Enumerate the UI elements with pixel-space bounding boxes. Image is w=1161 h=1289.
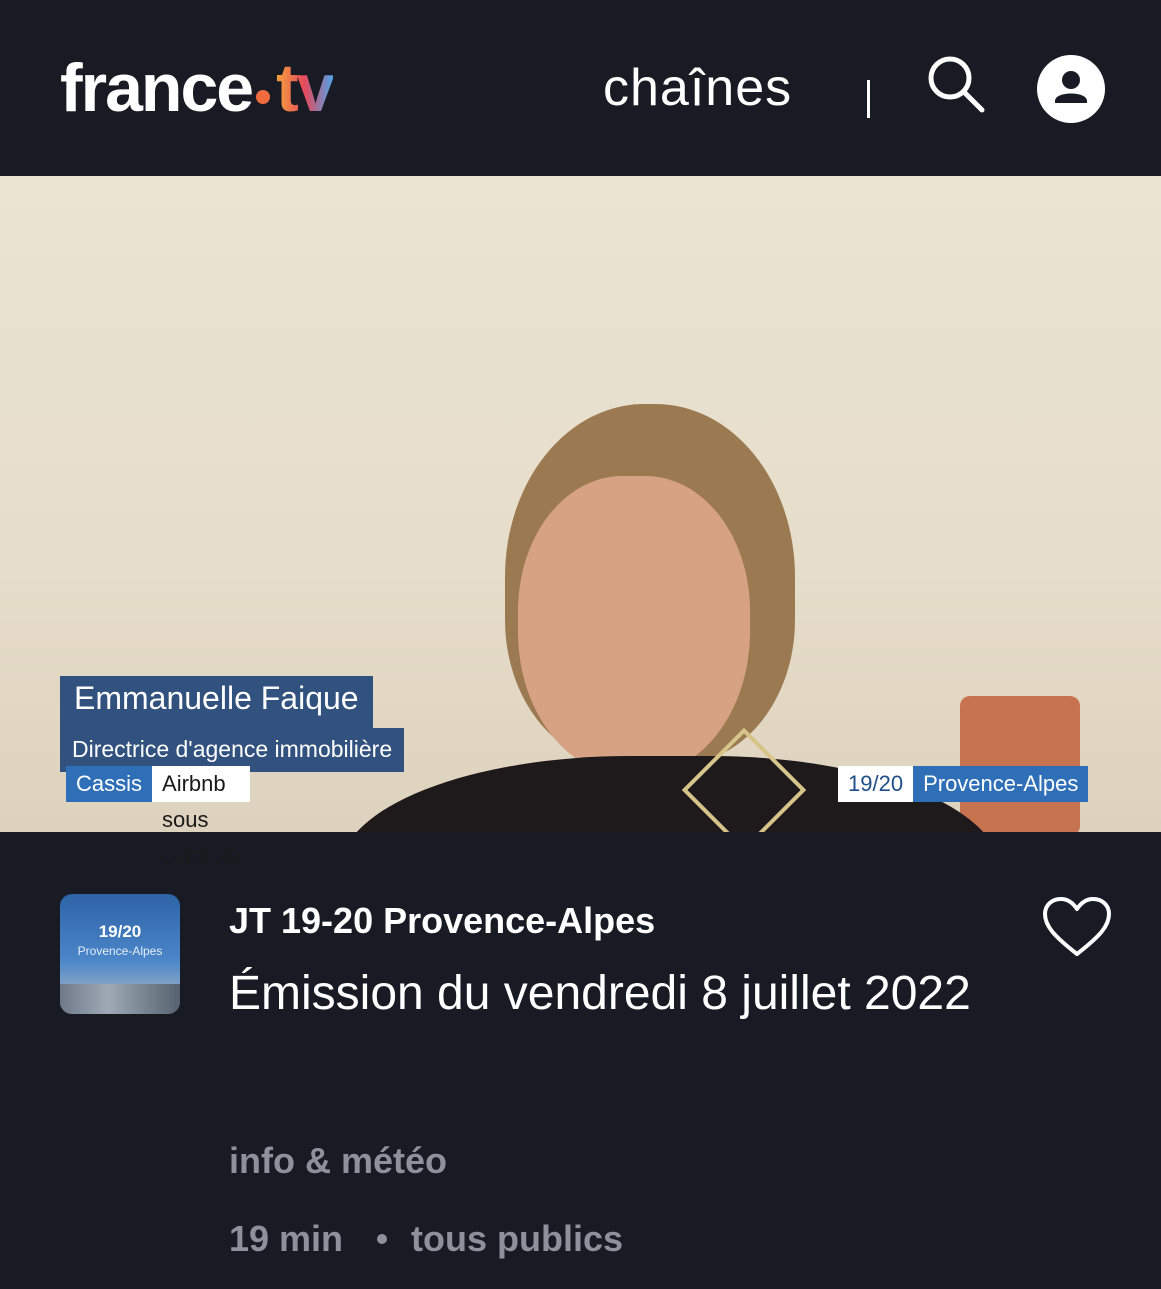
episode-title: Émission du vendredi 8 juillet 2022: [229, 967, 971, 1020]
account-icon[interactable]: [1037, 55, 1105, 123]
nav-divider: [867, 80, 870, 118]
show-badge-title: 19/20: [838, 766, 914, 802]
thumbnail-subtitle: Provence-Alpes: [77, 944, 163, 958]
show-badge-region: Provence-Alpes: [913, 766, 1089, 802]
meta-separator-dot: [377, 1234, 388, 1244]
location-tag: Cassis: [66, 766, 153, 802]
logo-tv-text: tv: [276, 50, 334, 126]
program-thumbnail[interactable]: 19/20 Provence-Alpes: [60, 894, 180, 1014]
show-badge: 19/20 Provence-Alpes: [838, 766, 1089, 802]
thumbnail-title: 19/20: [98, 922, 142, 941]
show-title[interactable]: JT 19-20 Provence-Alpes: [229, 900, 655, 942]
top-bar: france tv chaînes: [0, 0, 1161, 176]
program-duration: 19 min: [229, 1218, 344, 1259]
person-face-shape: [518, 476, 750, 776]
logo-dot: [256, 90, 271, 104]
program-audience: tous publics: [411, 1218, 624, 1259]
chair-shape: [960, 696, 1080, 832]
search-icon[interactable]: [924, 52, 988, 116]
lower-third-tags: Cassis Airbnb sous contrôle: [66, 766, 251, 868]
speaker-name: Emmanuelle Faique: [60, 676, 373, 728]
program-category: info & météo: [229, 1140, 448, 1181]
heart-icon[interactable]: [1042, 896, 1112, 958]
nav-channels-link[interactable]: chaînes: [603, 58, 792, 118]
program-meta: 19 min tous publics: [229, 1218, 623, 1260]
topic-tag: Airbnb sous contrôle: [152, 766, 251, 868]
france-tv-logo[interactable]: france tv: [60, 48, 335, 128]
thumbnail-cityscape: [60, 984, 180, 1014]
logo-text: france: [60, 50, 254, 126]
